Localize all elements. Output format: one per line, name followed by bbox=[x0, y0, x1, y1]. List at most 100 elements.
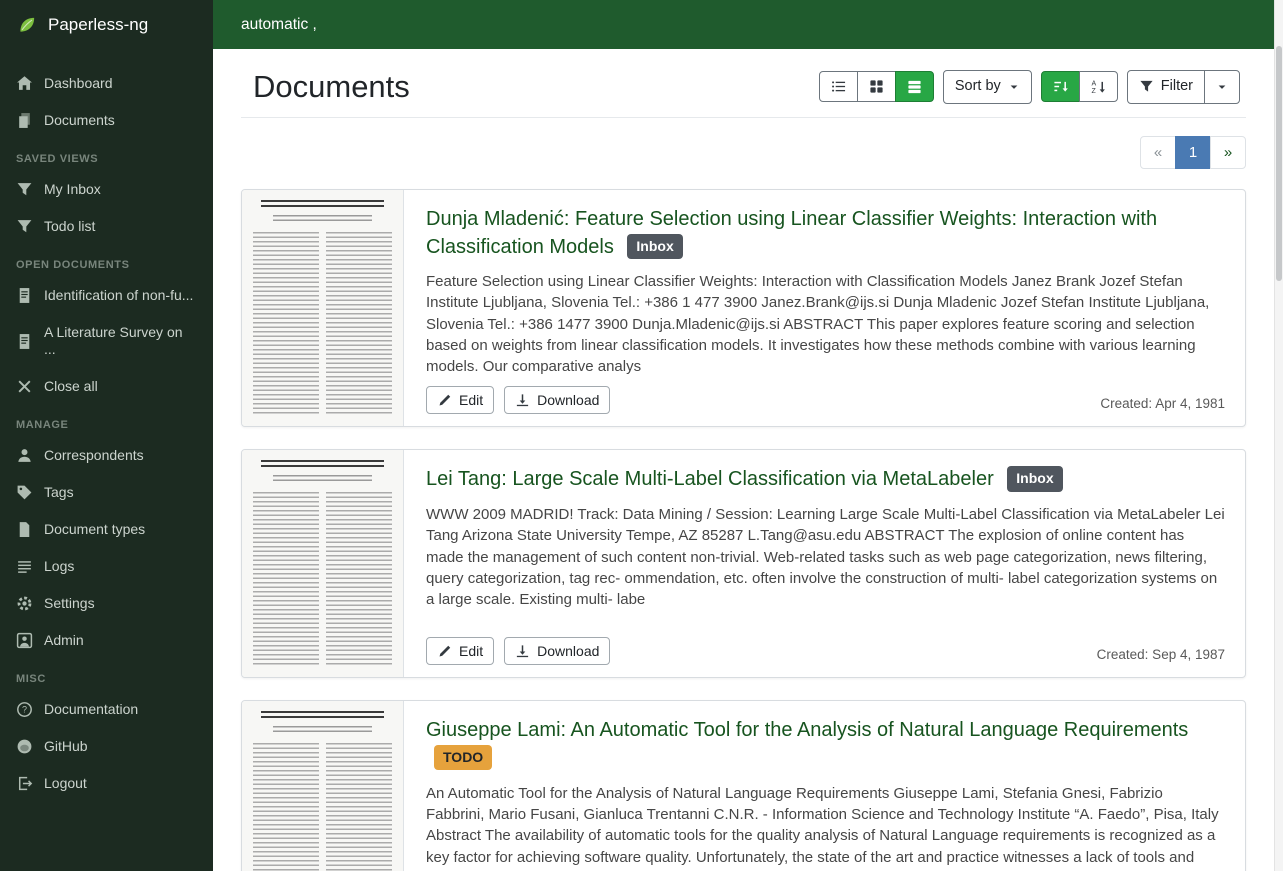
github-icon bbox=[16, 738, 33, 755]
document-title: Giuseppe Lami: An Automatic Tool for the… bbox=[426, 717, 1225, 772]
sort-alphabetical-icon: AZ bbox=[1091, 79, 1106, 94]
sidebar-section-manage: MANAGE bbox=[0, 419, 213, 437]
sidebar-section-saved-views: SAVED VIEWS bbox=[0, 153, 213, 171]
document-card: Giuseppe Lami: An Automatic Tool for the… bbox=[241, 700, 1246, 871]
document-card-body: Giuseppe Lami: An Automatic Tool for the… bbox=[404, 701, 1245, 871]
thumbnail-subtitle-lines bbox=[273, 726, 372, 735]
sidebar-nav: Dashboard Documents SAVED VIEWS My Inbox… bbox=[0, 49, 213, 802]
sidebar-item-label: Close all bbox=[44, 378, 98, 395]
funnel-icon bbox=[16, 218, 33, 235]
sidebar-item-documents[interactable]: Documents bbox=[0, 102, 213, 139]
sidebar-item-label: Admin bbox=[44, 632, 84, 649]
sidebar-item-label: GitHub bbox=[44, 738, 88, 755]
document-thumbnail[interactable] bbox=[242, 450, 404, 677]
page-header: Documents Sort by bbox=[241, 67, 1246, 118]
list-icon bbox=[16, 558, 33, 575]
edit-button[interactable]: Edit bbox=[426, 637, 494, 666]
sidebar-item-close-all[interactable]: Close all bbox=[0, 368, 213, 405]
list-view-icon bbox=[831, 79, 846, 94]
person-square-icon bbox=[16, 632, 33, 649]
sidebar-item-my-inbox[interactable]: My Inbox bbox=[0, 171, 213, 208]
svg-text:Z: Z bbox=[1091, 89, 1096, 95]
detail-view-button[interactable] bbox=[895, 71, 934, 102]
sidebar-item-label: Documents bbox=[44, 112, 115, 129]
sidebar-item-dashboard[interactable]: Dashboard bbox=[0, 65, 213, 102]
edit-label: Edit bbox=[459, 392, 483, 409]
tag-badge[interactable]: Inbox bbox=[627, 234, 682, 259]
sidebar-item-open-doc-1[interactable]: Identification of non-fu... bbox=[0, 277, 213, 314]
sort-descending-button[interactable] bbox=[1041, 71, 1080, 102]
pagination-row: « 1 » bbox=[241, 136, 1246, 169]
document-title-link[interactable]: Lei Tang: Large Scale Multi-Label Classi… bbox=[426, 468, 994, 490]
tag-badge[interactable]: Inbox bbox=[1007, 466, 1062, 491]
pagination-previous[interactable]: « bbox=[1140, 136, 1176, 169]
file-text-icon bbox=[16, 333, 33, 350]
sort-by-button[interactable]: Sort by bbox=[943, 70, 1032, 103]
scrollbar-thumb[interactable] bbox=[1276, 46, 1282, 281]
topbar bbox=[213, 0, 1274, 49]
download-icon bbox=[515, 644, 530, 659]
sidebar-item-todo-list[interactable]: Todo list bbox=[0, 208, 213, 245]
global-search-input[interactable] bbox=[213, 0, 1274, 49]
document-card-body: Lei Tang: Large Scale Multi-Label Classi… bbox=[404, 450, 1245, 677]
tag-badge[interactable]: TODO bbox=[434, 745, 492, 770]
edit-button[interactable]: Edit bbox=[426, 386, 494, 415]
thumbnail-title-lines bbox=[261, 711, 384, 721]
sidebar-section-misc: MISC bbox=[0, 673, 213, 691]
document-title-link[interactable]: Giuseppe Lami: An Automatic Tool for the… bbox=[426, 719, 1188, 741]
sidebar-item-label: Logout bbox=[44, 775, 87, 792]
grid-view-button[interactable] bbox=[857, 71, 896, 102]
document-card-footer: Edit Download Created: Apr 4, 1981 bbox=[426, 386, 1225, 415]
sidebar-item-label: Tags bbox=[44, 484, 74, 501]
filter-button[interactable]: Filter bbox=[1127, 70, 1205, 103]
sidebar-item-logs[interactable]: Logs bbox=[0, 548, 213, 585]
download-icon bbox=[515, 393, 530, 408]
document-excerpt: WWW 2009 MADRID! Track: Data Mining / Se… bbox=[426, 504, 1225, 610]
sort-alphabetical-button[interactable]: AZ bbox=[1079, 71, 1118, 102]
pagination-next[interactable]: » bbox=[1210, 136, 1246, 169]
document-card: Dunja Mladenić: Feature Selection using … bbox=[241, 189, 1246, 427]
document-title-link[interactable]: Dunja Mladenić: Feature Selection using … bbox=[426, 208, 1157, 258]
sidebar-item-documentation[interactable]: ? Documentation bbox=[0, 691, 213, 728]
created-date: Created: Sep 4, 1987 bbox=[1097, 647, 1225, 665]
sidebar-item-label: Correspondents bbox=[44, 447, 144, 464]
thumbnail-title-lines bbox=[261, 460, 384, 470]
sidebar-item-github[interactable]: GitHub bbox=[0, 728, 213, 765]
gear-icon bbox=[16, 595, 33, 612]
document-thumbnail[interactable] bbox=[242, 190, 404, 426]
question-circle-icon: ? bbox=[16, 701, 33, 718]
list-view-button[interactable] bbox=[819, 71, 858, 102]
sidebar-item-label: A Literature Survey on ... bbox=[44, 324, 197, 358]
document-actions: Edit Download bbox=[426, 637, 610, 666]
thumbnail-text-columns bbox=[253, 232, 392, 416]
filter-dropdown-toggle[interactable] bbox=[1204, 70, 1240, 103]
document-actions: Edit Download bbox=[426, 386, 610, 415]
sidebar-item-admin[interactable]: Admin bbox=[0, 622, 213, 659]
document-excerpt: Feature Selection using Linear Classifie… bbox=[426, 271, 1225, 377]
document-thumbnail[interactable] bbox=[242, 701, 404, 871]
pagination-page-1[interactable]: 1 bbox=[1175, 136, 1211, 169]
edit-label: Edit bbox=[459, 643, 483, 660]
sidebar-item-label: Settings bbox=[44, 595, 95, 612]
sidebar-item-label: Dashboard bbox=[44, 75, 113, 92]
sidebar-item-document-types[interactable]: Document types bbox=[0, 511, 213, 548]
sidebar-item-correspondents[interactable]: Correspondents bbox=[0, 437, 213, 474]
caret-down-icon bbox=[1008, 81, 1020, 93]
brand-link[interactable]: Paperless-ng bbox=[0, 0, 213, 49]
window-scrollbar[interactable] bbox=[1274, 0, 1283, 871]
sidebar-item-logout[interactable]: Logout bbox=[0, 765, 213, 802]
door-logout-icon bbox=[16, 775, 33, 792]
document-excerpt: An Automatic Tool for the Analysis of Na… bbox=[426, 783, 1225, 871]
thumbnail-text-lines bbox=[253, 743, 319, 871]
sidebar-item-open-doc-2[interactable]: A Literature Survey on ... bbox=[0, 314, 213, 368]
grid-view-icon bbox=[869, 79, 884, 94]
download-button[interactable]: Download bbox=[504, 637, 610, 666]
caret-down-icon bbox=[1216, 81, 1228, 93]
person-icon bbox=[16, 447, 33, 464]
sidebar-item-tags[interactable]: Tags bbox=[0, 474, 213, 511]
svg-text:?: ? bbox=[22, 705, 27, 715]
download-button[interactable]: Download bbox=[504, 386, 610, 415]
toolbar-controls: Sort by AZ Filter bbox=[819, 70, 1240, 103]
sidebar-item-settings[interactable]: Settings bbox=[0, 585, 213, 622]
brand-name: Paperless-ng bbox=[48, 15, 148, 35]
